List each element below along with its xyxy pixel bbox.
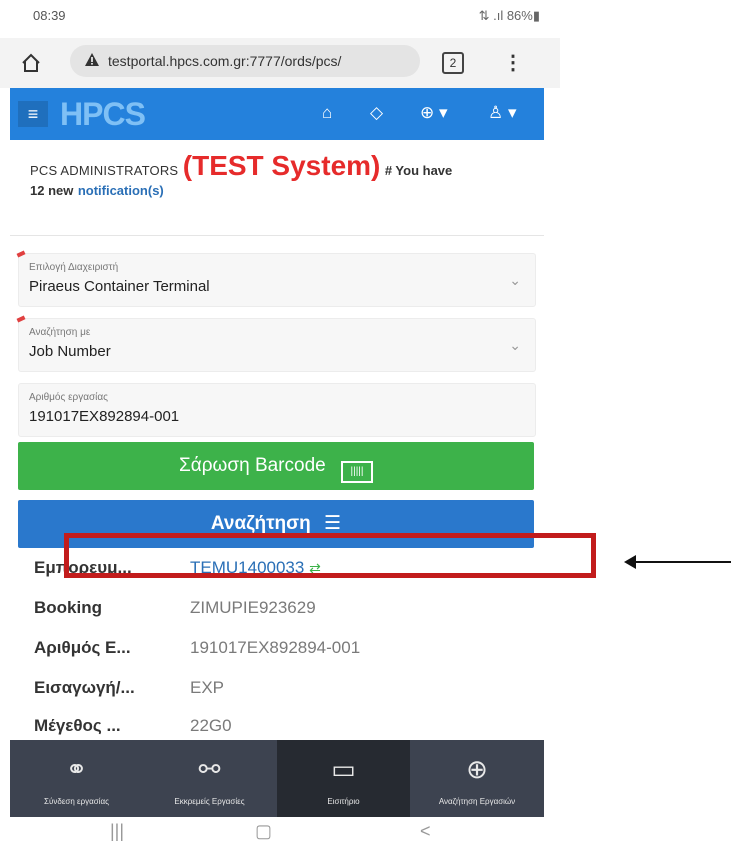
tag-icon[interactable]: ◇ bbox=[370, 103, 383, 123]
url-text: testportal.hpcs.com.gr:7777/ords/pcs/ bbox=[108, 53, 342, 69]
recent-apps-icon[interactable]: ||| bbox=[110, 821, 124, 842]
search-by-select[interactable]: Αναζήτηση με Job Number ⌄ bbox=[16, 315, 536, 372]
link-icon: ⚭ bbox=[65, 754, 88, 784]
signal-battery-indicator: ⇅ .ıl 86%▮ bbox=[478, 8, 540, 23]
result-key: Αριθμός Ε... bbox=[34, 638, 131, 657]
zoom-icon: ⊕ bbox=[466, 754, 488, 784]
required-marker bbox=[16, 315, 26, 323]
globe-dropdown-icon[interactable]: ⊕ ▾ bbox=[420, 103, 448, 123]
job-number-label: Αριθμός εργασίας bbox=[29, 392, 108, 403]
scan-barcode-button[interactable]: Σάρωση Barcode ||||| bbox=[18, 442, 534, 490]
highlight-box bbox=[64, 533, 596, 578]
bottom-nav-label: Σύνδεση εργασίας bbox=[44, 797, 109, 806]
job-number-value: 191017EX892894-001 bbox=[29, 408, 180, 425]
result-value: 191017EX892894-001 bbox=[190, 638, 361, 657]
chevron-down-icon: ⌄ bbox=[509, 272, 521, 288]
arrow-line bbox=[633, 561, 731, 563]
chevron-down-icon: ⌄ bbox=[509, 337, 521, 353]
result-row: Αριθμός Ε... 191017EX892894-001 bbox=[18, 628, 534, 669]
system-nav-bar: ||| ▢ < bbox=[0, 817, 560, 847]
arrow-head-icon bbox=[624, 555, 636, 569]
tab-switcher-button[interactable]: 2 bbox=[442, 52, 464, 74]
header-message: PCS ADMINISTRATORS (TEST System) # You h… bbox=[30, 150, 550, 200]
operator-value: Piraeus Container Terminal bbox=[29, 278, 210, 295]
warning-icon bbox=[84, 52, 100, 70]
unlink-icon: ⚯ bbox=[198, 754, 221, 784]
bottom-nav-pending[interactable]: ⚯ Εκκρεμείς Εργασίες bbox=[143, 740, 276, 817]
bottom-nav-ticket[interactable]: ▭ Εισιτήριο bbox=[277, 740, 410, 817]
app-navbar: ≡ HPCS ⌂ ◇ ⊕ ▾ ♙ ▾ bbox=[10, 88, 544, 140]
database-icon: ☰ bbox=[324, 513, 342, 534]
home-button-icon[interactable]: ▢ bbox=[255, 821, 272, 842]
search-by-label: Αναζήτηση με bbox=[29, 327, 91, 338]
notif-count: 12 new bbox=[30, 183, 74, 198]
result-row: Booking ZIMUPIE923629 bbox=[18, 588, 534, 629]
browser-toolbar: testportal.hpcs.com.gr:7777/ords/pcs/ 2 … bbox=[0, 38, 560, 88]
result-key: Booking bbox=[34, 598, 102, 617]
result-row: Μέγεθος ... 22G0 bbox=[18, 706, 534, 740]
search-label: Αναζήτηση bbox=[210, 513, 311, 534]
result-value: ZIMUPIE923629 bbox=[190, 598, 316, 617]
operator-label: Επιλογή Διαχειριστή bbox=[29, 262, 119, 273]
result-value: 22G0 bbox=[190, 716, 232, 735]
user-dropdown-icon[interactable]: ♙ ▾ bbox=[488, 103, 517, 123]
more-menu-icon[interactable]: ⋮ bbox=[503, 50, 523, 75]
status-time: 08:39 bbox=[33, 8, 66, 23]
test-system-label: (TEST System) bbox=[182, 150, 381, 181]
bottom-nav-link-job[interactable]: ⚭ Σύνδεση εργασίας bbox=[10, 740, 143, 817]
ticket-icon: ▭ bbox=[331, 754, 356, 784]
back-icon[interactable]: < bbox=[420, 821, 431, 842]
bottom-nav-label: Εκκρεμείς Εργασίες bbox=[174, 797, 245, 806]
result-key: Μέγεθος ... bbox=[34, 716, 121, 735]
bottom-nav-label: Εισιτήριο bbox=[327, 797, 360, 806]
result-value: EXP bbox=[190, 678, 225, 697]
operator-select[interactable]: Επιλογή Διαχειριστή Piraeus Container Te… bbox=[16, 250, 536, 307]
app-logo: HPCS bbox=[60, 96, 146, 132]
bottom-nav-search-jobs[interactable]: ⊕ Αναζήτηση Εργασιών bbox=[410, 740, 544, 817]
bottom-nav-label: Αναζήτηση Εργασιών bbox=[438, 797, 516, 806]
required-marker bbox=[16, 250, 26, 258]
divider bbox=[10, 235, 544, 236]
scan-barcode-label: Σάρωση Barcode bbox=[179, 455, 326, 476]
search-by-value: Job Number bbox=[29, 343, 111, 360]
home-nav-icon[interactable]: ⌂ bbox=[322, 103, 332, 123]
org-name: PCS ADMINISTRATORS bbox=[30, 163, 179, 178]
notifications-link[interactable]: notification(s) bbox=[78, 183, 164, 198]
home-icon[interactable] bbox=[20, 52, 42, 74]
bottom-nav: ⚭ Σύνδεση εργασίας ⚯ Εκκρεμείς Εργασίες … bbox=[10, 740, 544, 817]
job-number-field[interactable]: Αριθμός εργασίας 191017EX892894-001 bbox=[18, 383, 536, 437]
hamburger-menu-icon[interactable]: ≡ bbox=[18, 101, 48, 127]
result-key: Εισαγωγή/... bbox=[34, 678, 135, 697]
notif-prefix: # You have bbox=[384, 163, 453, 178]
url-bar[interactable]: testportal.hpcs.com.gr:7777/ords/pcs/ bbox=[70, 45, 420, 77]
status-bar: 08:39 ⇅ .ıl 86%▮ bbox=[0, 0, 560, 38]
result-row: Εισαγωγή/... EXP bbox=[18, 668, 534, 709]
barcode-icon: ||||| bbox=[341, 461, 373, 483]
